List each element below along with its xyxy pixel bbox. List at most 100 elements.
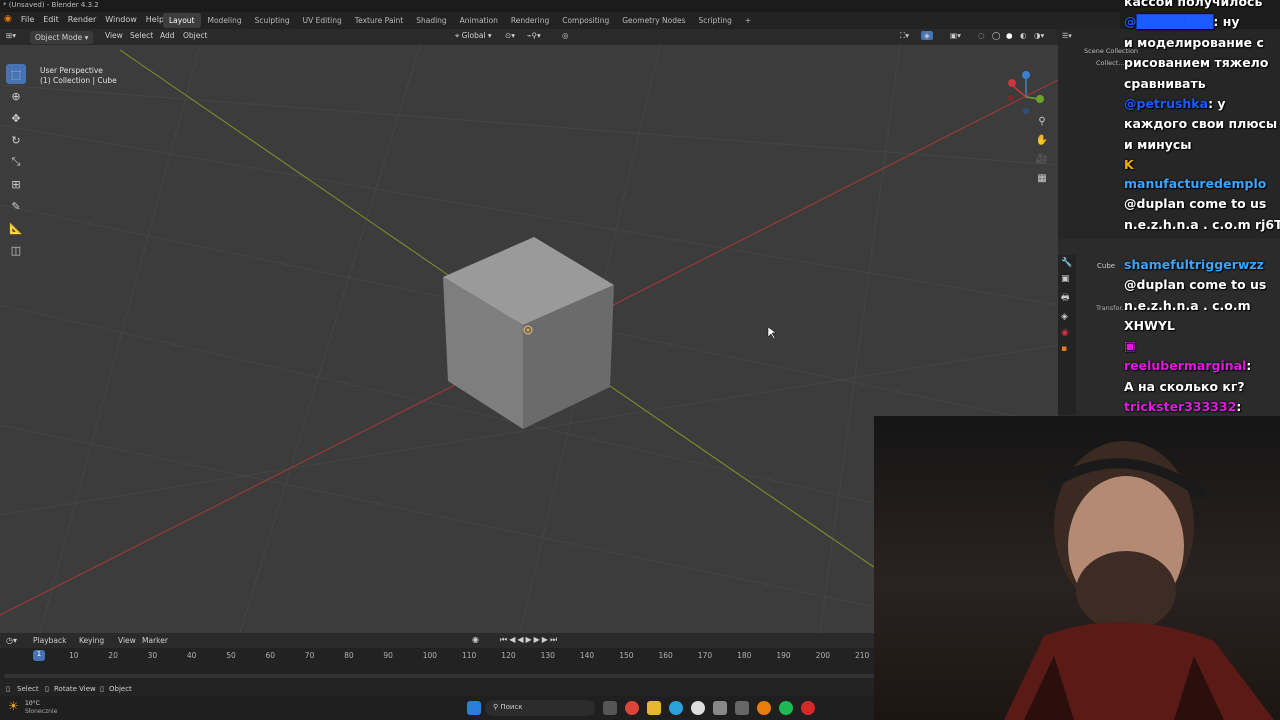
tab-layout[interactable]: Layout [163, 13, 201, 28]
object-tab-icon[interactable]: ▪ [1058, 341, 1076, 357]
chat-line: А на сколько кг? [1124, 379, 1245, 394]
telegram-icon[interactable] [669, 701, 683, 715]
cursor-tool-icon[interactable]: ⊕ [6, 86, 26, 106]
editor-type-icon[interactable]: ⊞▾ [6, 31, 16, 40]
pan-hand-icon[interactable]: ✋ [1034, 135, 1050, 151]
blender-logo-icon[interactable]: ◉ [4, 14, 12, 24]
playback-controls[interactable]: ⏮◀◀▶▶▶⏭ [500, 635, 559, 645]
tab-modeling[interactable]: Modeling [202, 13, 248, 28]
task-view-icon[interactable] [603, 701, 617, 715]
spotify-icon[interactable] [779, 701, 793, 715]
app-icon[interactable] [735, 701, 749, 715]
transform-orientation-dropdown[interactable]: ⌖ Global ▾ [455, 31, 492, 41]
weather-icon[interactable]: ☀ [8, 699, 19, 713]
tab-sculpting[interactable]: Sculpting [249, 13, 296, 28]
taskbar-search[interactable]: ⚲ Поиск [485, 700, 595, 716]
timeline-menu-marker[interactable]: Marker [142, 636, 168, 645]
timeline-tick-label: 200 [815, 651, 831, 660]
menu-file[interactable]: File [21, 15, 34, 24]
menu-window[interactable]: Window [105, 15, 137, 24]
settings-gear-icon[interactable] [713, 701, 727, 715]
chat-message: : [1236, 399, 1242, 414]
recorder-icon[interactable] [801, 701, 815, 715]
mode-dropdown[interactable]: Object Mode ▾ [30, 31, 94, 44]
streamer-figure [1004, 441, 1274, 720]
move-tool-icon[interactable]: ✥ [6, 108, 26, 128]
tab-animation[interactable]: Animation [454, 13, 504, 28]
tab-compositing[interactable]: Compositing [556, 13, 615, 28]
proportional-edit-icon[interactable]: ◎ [562, 31, 569, 40]
rotate-tool-icon[interactable]: ↻ [6, 130, 26, 150]
tab-geometry-nodes[interactable]: Geometry Nodes [616, 13, 691, 28]
render-tab-icon[interactable]: ▣ [1058, 271, 1076, 287]
file-explorer-icon[interactable] [647, 701, 661, 715]
chat-message: : [1246, 358, 1252, 373]
status-rotate: Rotate View [54, 685, 96, 693]
chat-line: trickster333332: [1124, 399, 1241, 414]
timeline-tick-label: 140 [579, 651, 595, 660]
blender-taskbar-icon[interactable] [757, 701, 771, 715]
tab-rendering[interactable]: Rendering [505, 13, 555, 28]
menu-view[interactable]: View [105, 31, 123, 40]
gizmo-visibility-icon[interactable]: ⛶▾ [900, 31, 909, 41]
camera-view-icon[interactable]: 🎥 [1034, 154, 1050, 170]
transform-tool-icon[interactable]: ⊞ [6, 174, 26, 194]
chat-message: : у [1208, 96, 1226, 111]
overlays-icon[interactable]: ◈ [921, 31, 933, 40]
scene-tab-icon[interactable]: ◈ [1058, 309, 1076, 325]
solid-shading-icon[interactable]: ◯ [992, 31, 1000, 40]
tool-shelf: ⬚ ⊕ ✥ ↻ ⤡ ⊞ ✎ 📐 ◫ [6, 64, 28, 262]
chat-line: n.e.z.h.n.a . c.o.m [1124, 298, 1251, 313]
scale-tool-icon[interactable]: ⤡ [6, 152, 26, 172]
timeline-menu-playback[interactable]: Playback [33, 636, 66, 645]
timeline-menu-keying[interactable]: Keying [79, 636, 104, 645]
menu-select[interactable]: Select [130, 31, 153, 40]
taskbar-search-label: Поиск [500, 703, 523, 711]
add-workspace-icon[interactable]: + [739, 13, 757, 28]
obs-icon[interactable] [691, 701, 705, 715]
status-object: Object [109, 685, 132, 693]
chat-line: рисованием тяжело [1124, 55, 1269, 70]
annotate-tool-icon[interactable]: ✎ [6, 196, 26, 216]
material-preview-icon[interactable]: ◐ [1020, 31, 1027, 40]
playhead[interactable]: 1 [33, 650, 45, 661]
grid-view-icon[interactable]: ▦ [1034, 173, 1050, 189]
tab-shading[interactable]: Shading [410, 13, 452, 28]
menu-render[interactable]: Render [68, 15, 96, 24]
stream-chat-overlay: кассой получилось @████████: ну и модели… [1118, 0, 1280, 440]
chat-line: n.e.z.h.n.a . c.o.m rj6T [1124, 217, 1280, 232]
rendered-shading-icon[interactable]: ◑▾ [1034, 31, 1044, 40]
windows-start-icon[interactable] [467, 701, 481, 715]
pivot-icon[interactable]: ⊙▾ [505, 31, 515, 40]
chat-username: trickster333332 [1124, 399, 1237, 414]
timeline-tick-label: 110 [462, 651, 477, 660]
menu-help[interactable]: Help [146, 15, 164, 24]
chrome-icon[interactable] [625, 701, 639, 715]
solid-shading-active-icon[interactable]: ● [1006, 31, 1013, 40]
tab-texture-paint[interactable]: Texture Paint [349, 13, 409, 28]
select-box-tool-icon[interactable]: ⬚ [6, 64, 26, 84]
add-cube-tool-icon[interactable]: ◫ [6, 240, 26, 260]
menu-edit[interactable]: Edit [43, 15, 59, 24]
timeline-editor-icon[interactable]: ◷▾ [6, 636, 17, 645]
tab-uv-editing[interactable]: UV Editing [297, 13, 348, 28]
xray-icon[interactable]: ▣▾ [950, 31, 961, 40]
timeline-tick-label: 120 [501, 651, 516, 660]
outliner-header-icon[interactable]: ☰▾ [1062, 32, 1072, 40]
tool-tab-icon[interactable]: 🔧 [1058, 255, 1076, 271]
status-mouse-middle-icon: ▯ [45, 685, 49, 693]
world-tab-icon[interactable]: ◉ [1058, 325, 1076, 341]
tab-scripting[interactable]: Scripting [693, 13, 738, 28]
snap-icon[interactable]: ⌁⚲▾ [527, 31, 541, 40]
zoom-icon[interactable]: ⚲ [1034, 116, 1050, 132]
menu-object[interactable]: Object [183, 31, 207, 40]
output-tab-icon[interactable]: 🖶 [1058, 287, 1076, 309]
wireframe-shading-icon[interactable]: ◌ [978, 31, 985, 40]
webcam-overlay [874, 416, 1280, 720]
navigation-gizmo [1008, 71, 1044, 114]
auto-key-icon[interactable]: ◉ [472, 635, 479, 644]
menu-add[interactable]: Add [160, 31, 175, 40]
timeline-menu-view[interactable]: View [118, 636, 136, 645]
timeline-tick-label: 50 [226, 651, 236, 660]
measure-tool-icon[interactable]: 📐 [6, 218, 26, 238]
